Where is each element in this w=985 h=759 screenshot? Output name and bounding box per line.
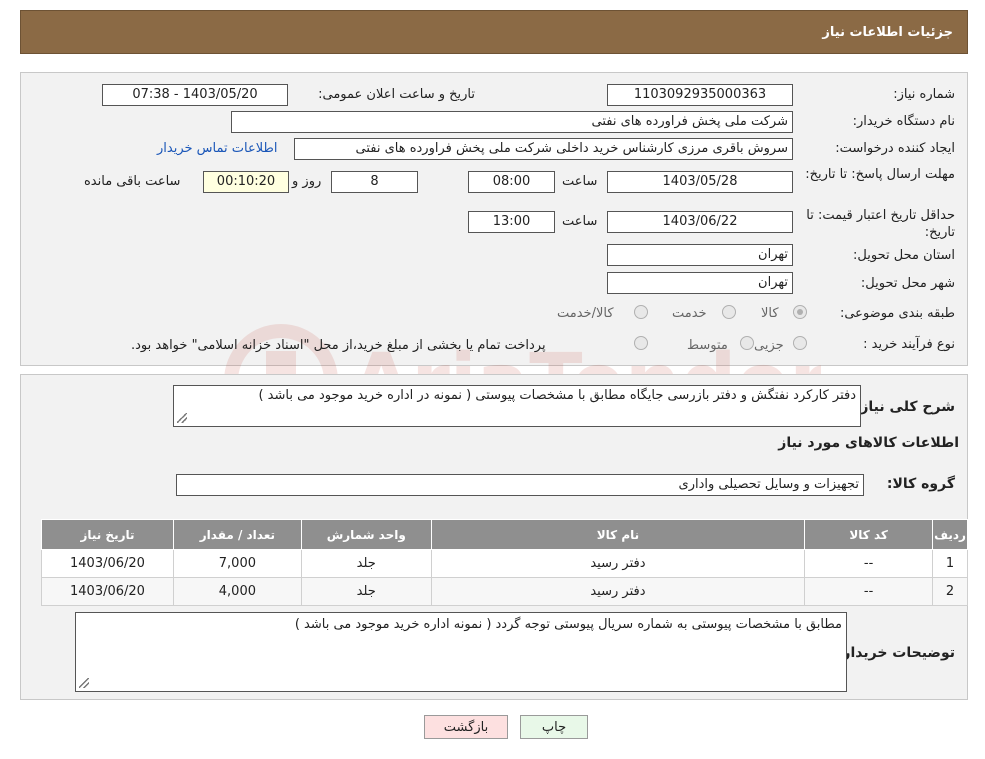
category-service-label: خدمت xyxy=(672,306,707,321)
summary-label: شرح کلی نیاز: xyxy=(854,399,955,415)
process-minor-radio[interactable] xyxy=(793,336,807,350)
buyer-notes-textarea[interactable]: مطابق با مشخصات پیوستی به شماره سریال پی… xyxy=(75,612,847,692)
buyer-notes-text: مطابق با مشخصات پیوستی به شماره سریال پی… xyxy=(294,617,842,632)
cell-quantity: 4,000 xyxy=(172,577,302,606)
need-number-field: 1103092935000363 xyxy=(607,84,793,106)
buyer-notes-label: توضیحات خریدار: xyxy=(836,645,955,661)
cell-need-date: 1403/06/20 xyxy=(41,577,174,606)
summary-textarea[interactable]: دفتر کارکرد نفتگش و دفتر بازرسی جایگاه م… xyxy=(173,385,861,427)
goods-table: ردیف کد کالا نام کالا واحد شمارش تعداد /… xyxy=(41,519,968,606)
city-label: شهر محل تحویل: xyxy=(860,276,955,291)
price-time-label: ساعت xyxy=(562,214,598,229)
buyer-org-field: شرکت ملی پخش فراورده های نفتی xyxy=(231,111,793,133)
category-goods-service-label: کالا/خدمت xyxy=(557,306,614,321)
goods-group-label: گروه کالا: xyxy=(886,476,955,492)
price-validity-label: حداقل تاریخ اعتبار قیمت: تا تاریخ: xyxy=(806,208,955,240)
remaining-label: ساعت باقی مانده xyxy=(84,174,181,189)
announce-label: تاریخ و ساعت اعلان عمومی: xyxy=(318,87,475,102)
col-quantity: تعداد / مقدار xyxy=(172,519,302,550)
goods-section-title: اطلاعات کالاهای مورد نیاز xyxy=(778,435,959,451)
province-label: استان محل تحویل: xyxy=(853,248,955,263)
treasury-payment-radio[interactable] xyxy=(634,336,648,350)
table-row: 1 -- دفتر رسید جلد 7,000 1403/06/20 xyxy=(41,549,968,578)
cell-name: دفتر رسید xyxy=(430,549,806,578)
category-service-radio[interactable] xyxy=(722,305,736,319)
process-minor-label: جزیی xyxy=(754,338,784,353)
need-number-label: شماره نیاز: xyxy=(893,87,955,102)
category-goods-radio[interactable] xyxy=(793,305,807,319)
cell-code: -- xyxy=(804,549,934,578)
days-label: روز و xyxy=(292,174,322,189)
back-button[interactable]: بازگشت xyxy=(424,715,508,739)
buyer-contact-link[interactable]: اطلاعات تماس خریدار xyxy=(157,141,277,156)
cell-unit: جلد xyxy=(300,549,432,578)
reply-deadline-time-field: 08:00 xyxy=(468,171,555,193)
remaining-days-field: 8 xyxy=(331,171,418,193)
announce-datetime-field: 1403/05/20 - 07:38 xyxy=(102,84,288,106)
goods-table-header: ردیف کد کالا نام کالا واحد شمارش تعداد /… xyxy=(41,519,968,550)
col-code: کد کالا xyxy=(804,519,934,550)
page-title: جزئیات اطلاعات نیاز xyxy=(822,24,953,40)
reply-deadline-label: مهلت ارسال پاسخ: تا تاریخ: xyxy=(805,167,955,182)
price-validity-date-field: 1403/06/22 xyxy=(607,211,793,233)
cell-name: دفتر رسید xyxy=(430,577,806,606)
buyer-org-label: نام دستگاه خریدار: xyxy=(852,114,955,129)
city-field: تهران xyxy=(607,272,793,294)
cell-code: -- xyxy=(804,577,934,606)
process-medium-radio[interactable] xyxy=(740,336,754,350)
price-validity-time-field: 13:00 xyxy=(468,211,555,233)
cell-row: 2 xyxy=(932,577,968,606)
category-goods-service-radio[interactable] xyxy=(634,305,648,319)
requester-field: سروش باقری مرزی کارشناس خرید داخلی شرکت … xyxy=(294,138,793,160)
resize-handle-icon[interactable] xyxy=(177,413,187,423)
details-panel: AriaTender.neT شماره نیاز: 1103092935000… xyxy=(20,72,968,438)
cell-unit: جلد xyxy=(300,577,432,606)
treasury-payment-note: پرداخت تمام یا بخشی از مبلغ خرید،از محل … xyxy=(131,338,546,353)
cell-row: 1 xyxy=(932,549,968,578)
category-goods-label: کالا xyxy=(761,306,779,321)
cell-need-date: 1403/06/20 xyxy=(41,549,174,578)
page-header: جزئیات اطلاعات نیاز xyxy=(20,10,968,54)
col-unit: واحد شمارش xyxy=(300,519,432,550)
cell-quantity: 7,000 xyxy=(172,549,302,578)
remaining-time-field: 00:10:20 xyxy=(203,171,289,193)
summary-text: دفتر کارکرد نفتگش و دفتر بازرسی جایگاه م… xyxy=(258,388,856,403)
col-row: ردیف xyxy=(932,519,968,550)
goods-group-field: تجهیزات و وسایل تحصیلی واداری xyxy=(176,474,864,496)
process-medium-label: متوسط xyxy=(687,338,728,353)
category-label: طبقه بندی موضوعی: xyxy=(839,306,955,321)
goods-panel: شرح کلی نیاز: دفتر کارکرد نفتگش و دفتر ب… xyxy=(20,374,968,700)
col-name: نام کالا xyxy=(430,519,806,550)
requester-label: ایجاد کننده درخواست: xyxy=(835,141,955,156)
col-need-date: تاریخ نیاز xyxy=(41,519,174,550)
process-label: نوع فرآیند خرید : xyxy=(863,337,955,352)
reply-deadline-date-field: 1403/05/28 xyxy=(607,171,793,193)
resize-handle-icon[interactable] xyxy=(79,678,89,688)
print-button[interactable]: چاپ xyxy=(520,715,588,739)
reply-time-label: ساعت xyxy=(562,174,598,189)
table-row: 2 -- دفتر رسید جلد 4,000 1403/06/20 xyxy=(41,577,968,606)
province-field: تهران xyxy=(607,244,793,266)
